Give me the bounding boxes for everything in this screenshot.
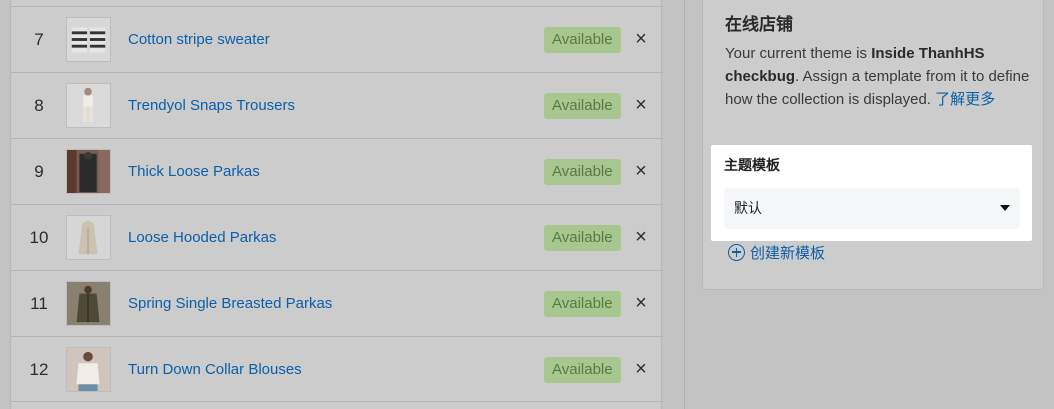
trousers-thumb [67,84,110,127]
dark-parka-thumb [67,150,110,193]
close-icon[interactable]: × [631,291,651,315]
theme-template-section: 主题模板 默认 [711,145,1032,241]
panel-title: 在线店铺 [725,15,793,34]
close-icon[interactable]: × [631,225,651,249]
status-badge: Available [544,291,621,317]
table-row: 7 Cotton stripe sweater Available × [11,6,663,72]
row-index: 10 [29,228,49,247]
caret-down-icon [1000,205,1010,211]
table-row: 10 Loose Hooded Parkas Available × [11,204,663,270]
row-index: 9 [34,162,44,181]
table-row: 8 Trendyol Snaps Trousers Available × [11,72,663,138]
product-thumbnail [66,347,111,392]
product-name-link[interactable]: Turn Down Collar Blouses [128,337,302,403]
template-select[interactable]: 默认 [724,188,1020,229]
product-name-link[interactable]: Spring Single Breasted Parkas [128,271,332,337]
status-badge: Available [544,225,621,251]
table-row: 12 Turn Down Collar Blouses Available × [11,336,663,402]
product-thumbnail [66,17,111,62]
product-name-link[interactable]: Thick Loose Parkas [128,139,260,205]
olive-parka-thumb [67,282,110,325]
close-icon[interactable]: × [631,93,651,117]
create-template-link[interactable]: 创建新模板 [728,241,825,263]
create-template-label: 创建新模板 [750,244,826,262]
close-icon[interactable]: × [631,357,651,381]
product-name-link[interactable]: Loose Hooded Parkas [128,205,276,271]
close-icon[interactable]: × [631,27,651,51]
template-selected-value: 默认 [734,200,762,216]
status-badge: Available [544,93,621,119]
table-row: 9 Thick Loose Parkas Available × [11,138,663,204]
plus-circle-icon [728,243,745,261]
striped-sweater-thumb [67,18,110,61]
status-badge: Available [544,27,621,53]
product-thumbnail [66,215,111,260]
product-name-link[interactable]: Trendyol Snaps Trousers [128,73,295,139]
description-prefix: Your current theme is [725,45,872,62]
table-row: 11 Spring Single Breasted Parkas Availab… [11,270,663,336]
product-thumbnail [66,149,111,194]
row-index: 8 [34,96,44,115]
status-badge: Available [544,357,621,383]
row-index: 11 [30,294,48,313]
product-list: 7 Cotton stripe sweater Available × 8 Tr… [10,0,663,409]
beige-parka-thumb [67,216,110,259]
page: 7 Cotton stripe sweater Available × 8 Tr… [0,0,1054,409]
product-thumbnail [66,83,111,128]
status-badge: Available [544,159,621,185]
row-index: 7 [34,30,44,49]
product-name-link[interactable]: Cotton stripe sweater [128,7,270,73]
column-divider [684,0,685,409]
product-thumbnail [66,281,111,326]
theme-description: Your current theme is Inside ThanhHS che… [725,42,1030,111]
blouse-thumb [67,348,110,391]
template-label: 主题模板 [724,157,780,173]
row-index: 12 [29,360,49,379]
close-icon[interactable]: × [631,159,651,183]
learn-more-link[interactable]: 了解更多 [935,91,995,108]
